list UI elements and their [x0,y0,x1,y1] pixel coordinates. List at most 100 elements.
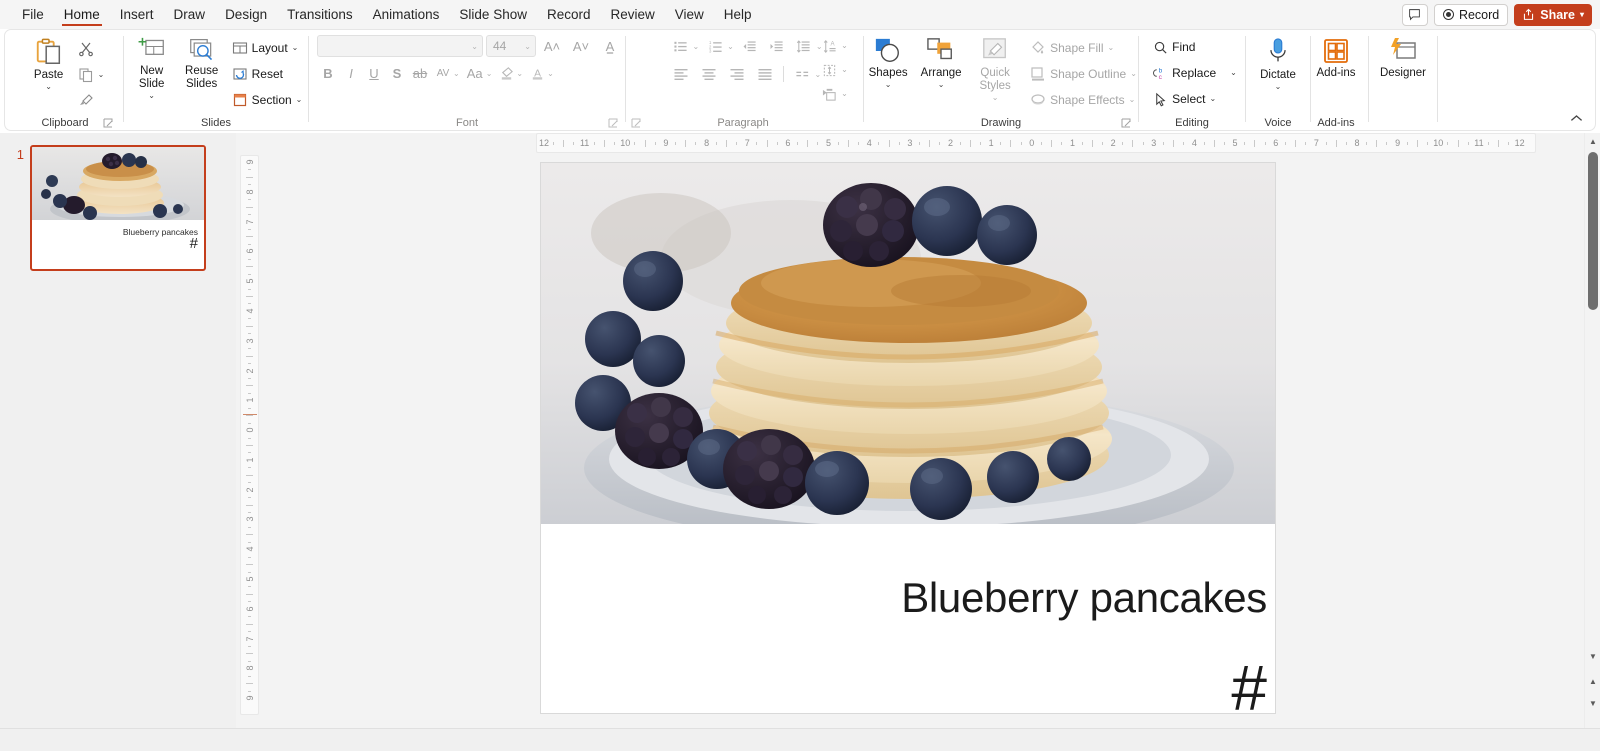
section-button[interactable]: Section ⌄ [228,88,307,112]
slide-hash-text[interactable]: # [1231,656,1267,713]
font-dialog-launcher[interactable] [608,118,620,130]
increase-font-size-button[interactable]: A˄ [539,34,565,58]
tab-home[interactable]: Home [54,0,110,29]
new-slide-button[interactable]: New Slide ⌄ [128,34,176,100]
previous-slide-button[interactable]: ▲ [1585,673,1600,689]
ruler-tick-label: 5 [826,138,832,148]
find-button[interactable]: Find [1149,35,1199,59]
shape-fill-icon [1030,40,1046,56]
center-button[interactable] [695,62,722,86]
layout-button[interactable]: Layout ⌄ [228,36,307,60]
tab-draw[interactable]: Draw [164,0,216,29]
align-right-button[interactable] [723,62,750,86]
shape-fill-button[interactable]: Shape Fill ⌄ [1026,36,1141,60]
comments-button[interactable] [1401,3,1428,26]
text-highlight-color-button[interactable] [495,61,517,85]
group-separator [123,36,124,122]
font-name-input[interactable]: ⌄ [317,35,483,57]
dictate-button-label: Dictate [1260,69,1296,81]
tab-file[interactable]: File [12,0,54,29]
font-size-input[interactable]: 44 ⌄ [486,35,536,57]
align-left-button[interactable] [667,62,694,86]
character-spacing-button[interactable]: AV [432,61,454,85]
convert-to-smartart-button[interactable]: ⌄ [818,83,852,105]
vertical-scrollbar[interactable]: ▲ ▼ ▲ ▼ [1584,133,1600,728]
clear-formatting-button[interactable]: A͇ [597,34,623,58]
numbering-button[interactable]: 1 2 3 [702,34,728,58]
ribbon-group-label: Editing [1175,117,1209,129]
shape-outline-button[interactable]: Shape Outline ⌄ [1026,62,1141,86]
add-ins-button[interactable]: Add-ins [1309,34,1363,80]
bold-button[interactable]: B [317,61,339,85]
increase-indent-button[interactable] [764,34,790,58]
justify-button[interactable] [751,62,778,86]
ruler-minor-mark [246,236,253,238]
underline-button[interactable]: U [363,61,385,85]
line-spacing-icon [797,39,810,53]
cut-button[interactable] [74,37,109,61]
slide-canvas[interactable]: Blueberry pancakes # [540,162,1276,714]
paste-button[interactable]: Paste ⌄ [26,34,72,91]
tab-insert[interactable]: Insert [110,0,164,29]
text-shadow-button[interactable]: S [386,61,408,85]
ruler-tick-label: 0 [1029,138,1035,148]
format-painter-button[interactable] [74,89,109,113]
reset-button[interactable]: Reset [228,62,307,86]
tab-review[interactable]: Review [601,0,665,29]
ruler-minor-mark [1101,142,1103,145]
quick-styles-button[interactable]: Quick Styles ⌄ [969,34,1021,102]
italic-button[interactable]: I [340,61,362,85]
ruler-minor-mark [248,214,251,216]
replace-button[interactable]: b c Replace ⌄ [1149,61,1241,85]
paragraph-dialog-launcher[interactable] [631,118,643,130]
ruler-minor-mark [248,407,251,409]
arrange-button[interactable]: Arrange ⌄ [915,34,967,89]
horizontal-ruler[interactable]: 12 11 10 9 8 7 6 5 4 3 2 1 0 1 2 3 4 5 6 7 8 9 10 11 12 [536,133,1536,153]
tab-design[interactable]: Design [215,0,277,29]
slide-image-placeholder[interactable] [541,163,1275,524]
align-text-button[interactable]: ⌄ [818,59,852,81]
reuse-slides-icon [189,38,212,61]
reuse-slides-button[interactable]: Reuse Slides [178,34,226,91]
section-button-label: Section [251,93,292,107]
strikethrough-button[interactable]: ab [409,61,431,85]
slide-thumbnail-1[interactable]: Blueberry pancakes # [30,145,206,271]
bullets-button[interactable] [667,34,693,58]
tab-view[interactable]: View [665,0,714,29]
designer-button[interactable]: Designer [1374,34,1432,80]
shape-effects-button[interactable]: Shape Effects ⌄ [1026,88,1141,112]
text-direction-button[interactable]: A ⌄ [818,35,852,57]
tab-animations[interactable]: Animations [363,0,450,29]
next-slide-button[interactable]: ▼ [1585,695,1600,711]
ruler-minor-mark [246,176,253,178]
dictate-button[interactable]: Dictate ⌄ [1251,34,1305,91]
tab-label: Animations [372,7,440,22]
ruler-tick-label: 3 [1151,138,1157,148]
clipboard-dialog-launcher[interactable] [103,118,115,130]
decrease-font-size-button[interactable]: A˅ [568,34,594,58]
tab-slide-show[interactable]: Slide Show [449,0,537,29]
select-button[interactable]: Select ⌄ [1149,87,1220,111]
copy-button[interactable]: ⌄ [74,63,109,87]
clipboard-icon [36,38,60,64]
drawing-dialog-launcher[interactable] [1121,118,1133,130]
vertical-ruler[interactable]: 9 8 7 6 5 4 3 2 1 0 1 2 3 4 5 6 7 8 9 [240,155,259,715]
decrease-indent-button[interactable] [737,34,763,58]
scroll-up-button[interactable]: ▲ [1585,133,1600,149]
collapse-ribbon-button[interactable] [1570,112,1583,126]
ruler-minor-mark [807,140,809,147]
share-button[interactable]: Share ▾ [1514,3,1592,26]
scroll-down-button[interactable]: ▼ [1585,648,1600,664]
change-case-button[interactable]: Aa [463,61,487,85]
shapes-button[interactable]: Shapes ⌄ [863,34,913,89]
clear-format-icon: A͇ [605,38,615,54]
chevron-up-icon [1570,115,1583,121]
tab-transitions[interactable]: Transitions [277,0,363,29]
scrollbar-thumb[interactable] [1588,152,1598,310]
font-color-button[interactable]: A [526,61,548,85]
record-button[interactable]: Record [1433,3,1509,26]
tab-record[interactable]: Record [537,0,601,29]
tab-help[interactable]: Help [714,0,762,29]
svg-text:3: 3 [709,48,712,53]
slide-title-text[interactable]: Blueberry pancakes [901,574,1267,622]
